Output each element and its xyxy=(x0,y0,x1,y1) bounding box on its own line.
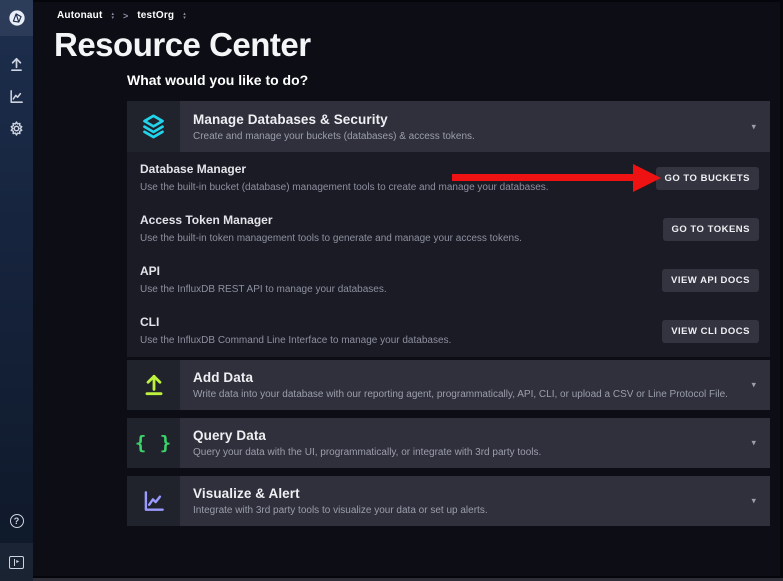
section-query-data-header[interactable]: { } Query Data Query your data with the … xyxy=(127,418,770,468)
section-title: Query Data xyxy=(193,428,736,443)
breadcrumb-separator: > xyxy=(123,11,128,21)
section-description: Create and manage your buckets (database… xyxy=(193,131,736,142)
section-description: Write data into your database with our r… xyxy=(193,389,736,400)
help-question-icon[interactable]: ? xyxy=(0,499,33,543)
curly-braces-icon: { } xyxy=(127,418,180,468)
row-cli: CLI Use the InfluxDB Command Line Interf… xyxy=(140,305,759,356)
page-title: Resource Center xyxy=(54,26,311,64)
page-subtitle: What would you like to do? xyxy=(127,72,308,88)
chevron-down-icon[interactable] xyxy=(751,496,756,507)
line-chart-icon xyxy=(127,476,180,526)
section-title: Manage Databases & Security xyxy=(193,112,736,127)
sidebar-spacer xyxy=(0,144,33,499)
app-window: Autonaut > testOrg Resource Center What … xyxy=(0,0,783,581)
org-selector-icon[interactable] xyxy=(111,12,114,20)
resource-sections: Manage Databases & Security Create and m… xyxy=(127,101,770,526)
upload-data-icon[interactable] xyxy=(0,48,33,80)
layers-buckets-icon xyxy=(127,101,180,152)
row-api: API Use the InfluxDB REST API to manage … xyxy=(140,254,759,305)
manage-databases-panel: Database Manager Use the built-in bucket… xyxy=(127,152,770,357)
section-add-data-text: Add Data Write data into your database w… xyxy=(180,360,770,410)
section-query-data-text: Query Data Query your data with the UI, … xyxy=(180,418,770,468)
view-api-docs-button[interactable]: VIEW API DOCS xyxy=(662,269,759,292)
section-visualize-alert-text: Visualize & Alert Integrate with 3rd par… xyxy=(180,476,770,526)
sidebar-nav xyxy=(0,48,33,144)
settings-gear-icon[interactable] xyxy=(0,112,33,144)
chevron-down-icon[interactable] xyxy=(751,438,756,449)
section-add-data-header[interactable]: Add Data Write data into your database w… xyxy=(127,360,770,410)
sidebar: ? ▸ xyxy=(0,0,33,581)
chevron-down-icon[interactable] xyxy=(751,380,756,391)
upload-arrow-icon xyxy=(127,360,180,410)
page-background: Autonaut > testOrg Resource Center What … xyxy=(2,2,780,576)
section-title: Visualize & Alert xyxy=(193,486,736,501)
breadcrumb-org[interactable]: Autonaut xyxy=(57,10,102,21)
breadcrumb-project[interactable]: testOrg xyxy=(137,10,174,21)
section-description: Integrate with 3rd party tools to visual… xyxy=(193,505,736,516)
section-visualize-alert-header[interactable]: Visualize & Alert Integrate with 3rd par… xyxy=(127,476,770,526)
row-database-manager: Database Manager Use the built-in bucket… xyxy=(140,152,759,203)
section-manage-databases-text: Manage Databases & Security Create and m… xyxy=(180,101,770,152)
view-cli-docs-button[interactable]: VIEW CLI DOCS xyxy=(662,320,759,343)
project-selector-icon[interactable] xyxy=(183,12,186,20)
row-access-token-manager: Access Token Manager Use the built-in to… xyxy=(140,203,759,254)
chevron-down-icon[interactable] xyxy=(751,121,756,132)
section-title: Add Data xyxy=(193,370,736,385)
data-explorer-graph-icon[interactable] xyxy=(0,80,33,112)
section-description: Query your data with the UI, programmati… xyxy=(193,447,736,458)
section-manage-databases-header[interactable]: Manage Databases & Security Create and m… xyxy=(127,101,770,152)
breadcrumb: Autonaut > testOrg xyxy=(57,10,186,21)
go-to-buckets-button[interactable]: GO TO BUCKETS xyxy=(656,167,760,190)
go-to-tokens-button[interactable]: GO TO TOKENS xyxy=(663,218,760,241)
expand-panel-icon[interactable]: ▸ xyxy=(0,543,33,581)
influxdb-logo[interactable] xyxy=(0,0,33,36)
